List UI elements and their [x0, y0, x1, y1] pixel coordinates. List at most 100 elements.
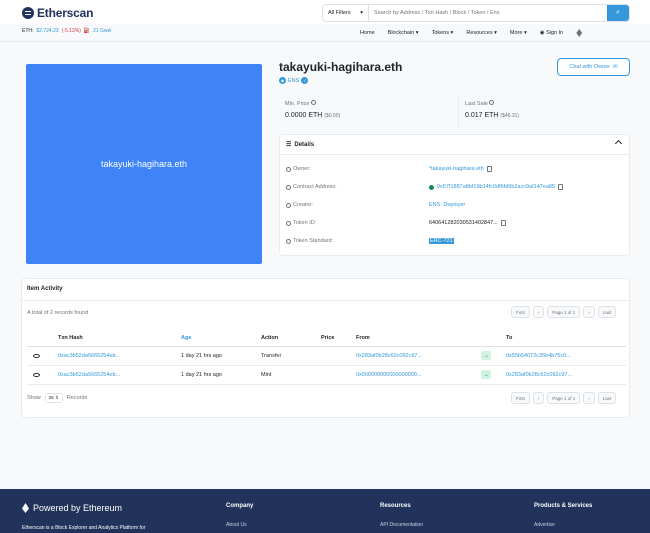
arrow-right-icon: → — [481, 351, 491, 360]
age-cell: 1 day 21 hrs ago — [181, 372, 222, 378]
first-page-button[interactable]: First — [511, 392, 530, 404]
nft-name: takayuki-hagihara.eth — [279, 60, 403, 74]
nav-resources[interactable]: Resources ▾ — [466, 30, 497, 36]
chat-label: Chat with Owner — [569, 64, 611, 70]
page-size-value: 25 — [48, 395, 54, 400]
gas-pump-icon: ⛽ — [83, 28, 91, 34]
creator-value-row: ENS: Deployer — [429, 200, 465, 210]
owner-label-row: Owner: — [286, 164, 311, 174]
min-price-label-row: Min. Price — [285, 100, 316, 107]
contract-address-link[interactable]: 0x57f1887a8bf19b14fc0df6fd9b2acc9af147ea… — [437, 184, 555, 190]
next-page-button[interactable]: › — [583, 306, 595, 318]
nft-image-text: takayuki-hagihara.eth — [100, 159, 188, 169]
age-cell: 1 day 21 hrs ago — [181, 353, 222, 359]
details-header[interactable]: ☰ Details — [280, 135, 629, 155]
to-link[interactable]: 0x283af0b28c62c092c97... — [506, 372, 572, 378]
copy-icon[interactable] — [500, 220, 506, 226]
prev-page-button[interactable]: ‹ — [532, 392, 545, 404]
txn-hash-link[interactable]: 0xac3b52da5665254eb... — [58, 372, 120, 378]
filter-dropdown[interactable]: All Filters ▾ — [323, 5, 369, 21]
page-size-control: Show 25 ⇕ Records — [27, 393, 87, 403]
logo-text: Etherscan — [37, 6, 94, 20]
chevron-up-icon[interactable] — [614, 139, 623, 148]
token-standard-label: Token Standard: — [293, 238, 334, 244]
from-link[interactable]: 0x000000000000000000... — [356, 372, 421, 378]
footer: Powered by Ethereum Etherscan is a Block… — [0, 489, 650, 533]
filter-label: All Filters — [328, 10, 351, 16]
price-divider — [458, 96, 459, 126]
copy-icon[interactable] — [486, 166, 492, 172]
verified-contract-icon — [429, 184, 434, 190]
search-input[interactable] — [369, 5, 607, 21]
info-icon — [286, 202, 291, 208]
details-panel: ☰ Details Owner: *takayuki-hagihara.eth … — [279, 134, 630, 256]
info-icon — [489, 100, 495, 105]
nav-blockchain-label: Blockchain — [387, 30, 415, 36]
col-age[interactable]: Age — [181, 335, 191, 341]
owner-link[interactable]: *takayuki-hagihara.eth — [429, 166, 484, 172]
nav-blockchain[interactable]: Blockchain ▾ — [388, 30, 419, 36]
chevron-down-icon: ▾ — [360, 10, 363, 16]
token-id: 640641282030531402847... — [429, 220, 498, 226]
details-title: Details — [294, 141, 315, 148]
ethereum-logo-icon — [22, 503, 29, 513]
chat-with-owner-button[interactable]: Chat with Owner ✉ — [557, 58, 630, 76]
footer-col-resources: Resources API Documentation — [380, 503, 423, 528]
eye-icon[interactable] — [33, 354, 40, 358]
token-id-label: Token ID: — [293, 220, 317, 226]
list-icon: ☰ — [286, 142, 292, 148]
footer-link[interactable]: About Us — [226, 522, 253, 528]
table-row: 0xac3b52da5665254eb... 1 day 21 hrs ago … — [27, 347, 626, 366]
nav-sign-in[interactable]: ◉ Sign In — [540, 30, 563, 36]
chat-icon: ✉ — [613, 64, 618, 70]
creator-link[interactable]: ENS: Deployer — [429, 202, 465, 208]
token-id-label-row: Token ID: — [286, 218, 316, 228]
info-icon — [286, 184, 291, 190]
powered-text: Powered by Ethereum — [33, 503, 123, 513]
collection-name: ENS — [288, 77, 300, 84]
show-label: Show — [27, 395, 41, 401]
copy-icon[interactable] — [558, 184, 564, 190]
to-link[interactable]: 0x55b54072c35b4b75c0... — [506, 353, 571, 359]
nav-more-label: More — [509, 30, 523, 36]
eth-price[interactable]: $2,724.23 — [36, 28, 58, 34]
owner-value-row: *takayuki-hagihara.eth — [429, 164, 492, 174]
collection-link[interactable]: ◆ ENS ✓ — [279, 77, 309, 84]
powered-by-ethereum: Powered by Ethereum — [22, 503, 122, 513]
pagination-top: First ‹ Page 1 of 1 › Last — [511, 306, 617, 318]
activity-divider — [22, 300, 629, 301]
nav-more[interactable]: More ▾ — [510, 30, 527, 36]
token-id-value-row: 640641282030531402847... — [429, 218, 506, 228]
search-button[interactable]: ⌕ — [607, 5, 629, 21]
eye-icon[interactable] — [33, 373, 40, 377]
last-sale-usd: ($46.31) — [500, 113, 520, 119]
prev-page-button[interactable]: ‹ — [532, 306, 545, 318]
last-page-button[interactable]: Last — [597, 306, 617, 318]
footer-link[interactable]: API Documentation — [380, 522, 423, 528]
nav-divider — [0, 41, 650, 42]
col-price: Price — [321, 335, 335, 341]
contract-label-row: Contract Address: — [286, 182, 337, 192]
arrow-right-icon: → — [481, 370, 491, 379]
txn-hash-link[interactable]: 0xac3b52da5665254eb... — [58, 353, 120, 359]
etherscan-logo[interactable]: Etherscan — [22, 6, 93, 20]
nav-tokens-label: Tokens — [431, 30, 450, 36]
from-link[interactable]: 0x283af0b28c62c092c97... — [356, 353, 422, 359]
last-page-button[interactable]: Last — [597, 392, 617, 404]
ens-logo-icon: ◆ — [279, 77, 286, 84]
col-from: From — [356, 335, 370, 341]
nft-image[interactable]: takayuki-hagihara.eth — [26, 64, 262, 264]
footer-head: Products & Services — [534, 503, 593, 509]
first-page-button[interactable]: First — [511, 306, 530, 318]
eth-price-ticker: ETH: $2,724.23 (-5.13%) ⛽ 21 Gwei — [22, 28, 111, 34]
nav-home[interactable]: Home — [360, 30, 375, 36]
nav-tokens[interactable]: Tokens ▾ — [432, 30, 454, 36]
info-icon — [286, 220, 291, 226]
ethereum-network-icon[interactable] — [576, 29, 583, 37]
gas-price[interactable]: 21 Gwei — [93, 28, 111, 34]
next-page-button[interactable]: › — [583, 392, 595, 404]
verified-check-icon: ✓ — [301, 77, 309, 84]
page-size-select[interactable]: 25 ⇕ — [44, 393, 63, 403]
footer-link[interactable]: Advertise — [534, 522, 592, 528]
contract-label: Contract Address: — [293, 184, 337, 190]
